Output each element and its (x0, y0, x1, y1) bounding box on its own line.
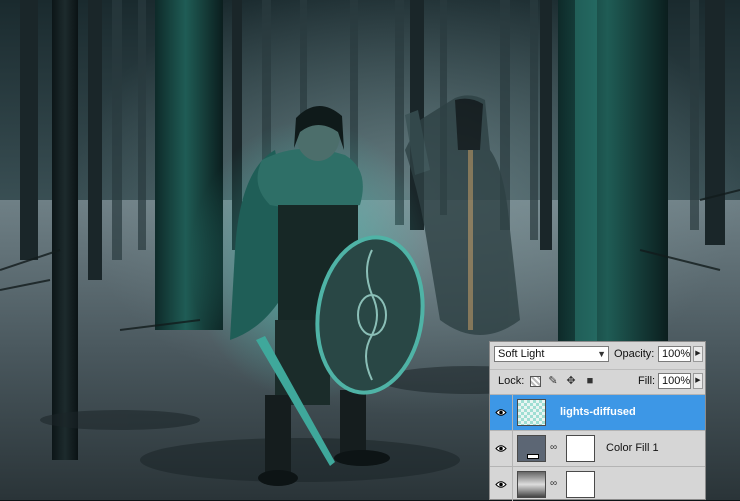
eye-icon (495, 481, 507, 488)
visibility-toggle[interactable] (490, 395, 513, 431)
visibility-toggle[interactable] (490, 431, 513, 467)
move-icon[interactable]: ✥ (565, 375, 577, 387)
lock-label: Lock: (498, 375, 525, 387)
opacity-slider-arrow-icon[interactable]: ▶ (693, 346, 703, 362)
fill-label: Fill: (638, 375, 656, 387)
eye-icon (495, 445, 507, 452)
fill-slider-arrow-icon[interactable]: ▶ (693, 373, 703, 389)
adjustment-icon (527, 454, 539, 459)
opacity-label: Opacity: (614, 348, 655, 360)
link-chain-icon[interactable]: ∞ (550, 442, 557, 453)
layers-panel: Soft Light ▼ Opacity: 100% ▶ Lock: ✎ ✥ ■… (489, 341, 706, 501)
opacity-input[interactable]: 100% (658, 346, 691, 362)
layer-lights-diffused[interactable]: lights-diffused (490, 394, 705, 431)
layer-gradient-map[interactable]: ∞ (490, 466, 705, 501)
layer-name: Color Fill 1 (606, 442, 659, 454)
chevron-down-icon: ▼ (597, 349, 606, 359)
brush-icon[interactable]: ✎ (547, 375, 559, 387)
fill-thumbnail (517, 435, 546, 462)
blend-mode-dropdown[interactable]: Soft Light ▼ (494, 346, 609, 362)
layer-name: lights-diffused (560, 406, 636, 418)
eye-icon (495, 409, 507, 416)
blend-mode-value: Soft Light (498, 348, 545, 360)
layer-mask-thumbnail[interactable] (566, 471, 595, 498)
gradient-map-thumbnail (517, 471, 546, 498)
link-chain-icon[interactable]: ∞ (550, 478, 557, 489)
visibility-toggle[interactable] (490, 467, 513, 501)
lock-fill-row: Lock: ✎ ✥ ■ Fill: 100% ▶ (490, 369, 705, 394)
padlock-icon[interactable]: ■ (584, 375, 596, 387)
layer-color-fill-1[interactable]: ∞ Color Fill 1 (490, 430, 705, 467)
transparency-lock-icon[interactable] (530, 376, 541, 387)
layer-mask-thumbnail[interactable] (566, 435, 595, 462)
fill-input[interactable]: 100% (658, 373, 691, 389)
blend-opacity-row: Soft Light ▼ Opacity: 100% ▶ (490, 343, 705, 367)
layers-list: lights-diffused ∞ Color Fill 1 ∞ (490, 394, 705, 501)
layer-thumbnail (517, 399, 546, 426)
